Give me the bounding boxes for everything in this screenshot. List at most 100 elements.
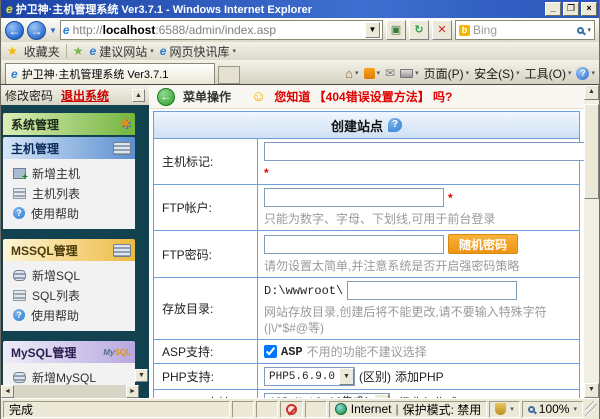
sidebar-horizontal-scrollbar[interactable]: ◄ ► [1,385,149,398]
favorites-star-icon[interactable]: ★ [7,44,18,58]
scrollbar-thumb[interactable] [584,104,599,199]
field-hint: 只能为数字、字母、下划线,可用于前台登录 [264,212,496,226]
sidebar-scroll-up-button[interactable]: ▲ [132,88,145,102]
scrollbar-track[interactable] [14,385,126,398]
vertical-scrollbar[interactable]: ▲ ▼ [584,85,599,398]
new-tab-button[interactable] [218,66,240,84]
add-php-link[interactable]: 添加PHP [395,369,444,385]
status-cell [255,400,278,418]
suggested-sites-button[interactable]: e 建议网站 ▾ [90,43,154,60]
sidebar-item-host-list[interactable]: 主机列表 [13,183,135,203]
logout-link[interactable]: 退出系统 [61,87,109,104]
scrollbar-track[interactable] [584,100,599,383]
compatibility-view-button[interactable]: ▣ [386,20,406,40]
ftp-password-input[interactable] [264,234,444,254]
page-menu-button[interactable]: 页面(P) ▾ [424,65,470,82]
address-dropdown-button[interactable]: ▼ [365,22,380,38]
status-text: 完成 [3,400,230,418]
sidebar-section-mysql[interactable]: MySQL管理 MySQL [3,341,135,363]
back-arrow-button[interactable]: ← [157,87,175,106]
search-input[interactable]: Bing [473,23,574,37]
mail-icon: ✉ [385,66,396,80]
sidebar-item-add-sql[interactable]: 新增SQL [13,265,135,285]
history-dropdown-icon[interactable]: ▼ [49,26,57,35]
minimize-button[interactable]: _ [545,2,561,16]
row-php-support: PHP支持: PHP5.6.9.0 ▼ (区别) 添加PHP [154,363,579,389]
status-cell [231,400,254,418]
help-button[interactable]: ? ▾ [576,66,595,80]
tab-title: 护卫神·主机管理系统 Ver3.7.1 [21,69,169,81]
zoom-control[interactable]: 100% ▾ [521,400,583,418]
change-password-link[interactable]: 修改密码 [5,87,53,104]
scroll-right-button[interactable]: ► [126,385,139,398]
row-asp-support: ASP支持: ASP 不用的功能不建议选择 [154,339,579,363]
scroll-left-button[interactable]: ◄ [1,385,14,398]
asp-checkbox[interactable] [264,345,277,358]
print-button[interactable]: ▾ [400,68,419,78]
add-favorite-icon[interactable]: ★ [73,44,84,58]
menu-operations-label[interactable]: 菜单操作 [183,88,231,105]
web-slices-button[interactable]: e 网页快讯库 ▾ [160,43,236,60]
restore-button[interactable]: ❐ [563,2,579,16]
refresh-button[interactable]: ↻ [409,20,429,40]
database-add-icon [13,371,26,383]
security-zone[interactable]: Internet | 保护模式: 禁用 [328,400,488,418]
tools-menu-button[interactable]: 工具(O) ▾ [525,65,572,82]
favorites-label[interactable]: 收藏夹 [24,43,60,60]
back-button[interactable]: ← [5,20,24,40]
rss-icon [363,67,375,79]
address-bar: ← → ▼ e http://localhost:6588/admin/inde… [1,18,599,42]
required-mark: * [264,166,269,180]
sidebar-section-mssql[interactable]: MSSQL管理 [3,239,135,261]
row-aspnet-support: ASP.Net支持: ASP.Net2.0(集成) ▼ (经典与集成?) [154,389,579,398]
sidebar-item-add-host[interactable]: 新增主机 [13,163,135,183]
sidebar-item-add-mysql[interactable]: 新增MySQL [13,367,135,385]
scroll-down-button[interactable]: ▼ [584,383,599,398]
php-diff-link[interactable]: (区别) [359,369,391,385]
sidebar-scroll-down-button[interactable]: ▼ [135,369,148,382]
tab-huweishen[interactable]: e 护卫神·主机管理系统 Ver3.7.1 [5,63,215,84]
sidebar-item-host-help[interactable]: ? 使用帮助 [13,203,135,223]
close-button[interactable]: × [581,2,597,16]
field-label: ASP支持: [154,340,258,363]
gear-icon: ✱ [120,116,131,131]
search-dropdown-icon[interactable]: ▾ [587,26,591,34]
sidebar-section-mysql-items: 新增MySQL MySQL列表 ?使用帮助 [3,363,135,385]
search-icon[interactable] [577,26,585,34]
tip-404-link[interactable]: 您知道 【404错误设置方法】 吗? [274,88,452,105]
host-tag-input[interactable] [264,142,584,161]
tab-favicon: e [11,67,18,81]
address-input[interactable]: e http://localhost:6588/admin/index.asp … [59,20,383,40]
sidebar-section-system[interactable]: 系统管理 ✱ [3,113,135,135]
feeds-button[interactable]: ▾ [363,67,380,79]
sidebar-item-sql-list[interactable]: SQL列表 [13,285,135,305]
window-title: 护卫神·主机管理系统 Ver3.7.1 - Windows Internet E… [15,4,313,16]
mail-button[interactable]: ✉ [385,66,395,80]
forward-button[interactable]: → [27,20,46,40]
sidebar-account-row: 修改密码 退出系统 ▲ [1,85,149,105]
database-add-icon [13,269,26,281]
storage-dir-input[interactable] [347,281,518,300]
help-balloon-icon[interactable]: ? [388,118,402,132]
search-box[interactable]: b Bing ▾ [455,20,595,40]
field-hint: 网站存放目录,创建后将不能更改,请不要输入特殊字符(|\/*$#@等) [264,305,547,335]
required-mark: * [448,190,453,205]
home-button[interactable]: ⌂ ▾ [345,66,358,81]
scroll-up-button[interactable]: ▲ [584,85,599,100]
stop-button[interactable]: ✕ [432,20,452,40]
resize-grip[interactable] [585,400,597,418]
web-slices-icon: e [159,44,167,58]
checkbox-label: ASP [281,344,303,359]
list-icon [13,289,26,301]
url-text[interactable]: http://localhost:6588/admin/index.asp [73,23,365,37]
field-label: PHP支持: [154,364,258,389]
smiley-icon: ☺ [251,88,267,105]
protected-mode-button[interactable]: ▾ [489,400,520,418]
safety-menu-button[interactable]: 安全(S) ▾ [474,65,520,82]
popup-blocked-indicator[interactable] [279,400,303,418]
sidebar-section-host[interactable]: 主机管理 [3,137,135,159]
random-password-button[interactable]: 随机密码 [448,234,519,254]
php-version-select[interactable]: PHP5.6.9.0 ▼ [264,367,356,386]
sidebar-item-sql-help[interactable]: ? 使用帮助 [13,305,135,325]
ftp-account-input[interactable] [264,188,444,207]
